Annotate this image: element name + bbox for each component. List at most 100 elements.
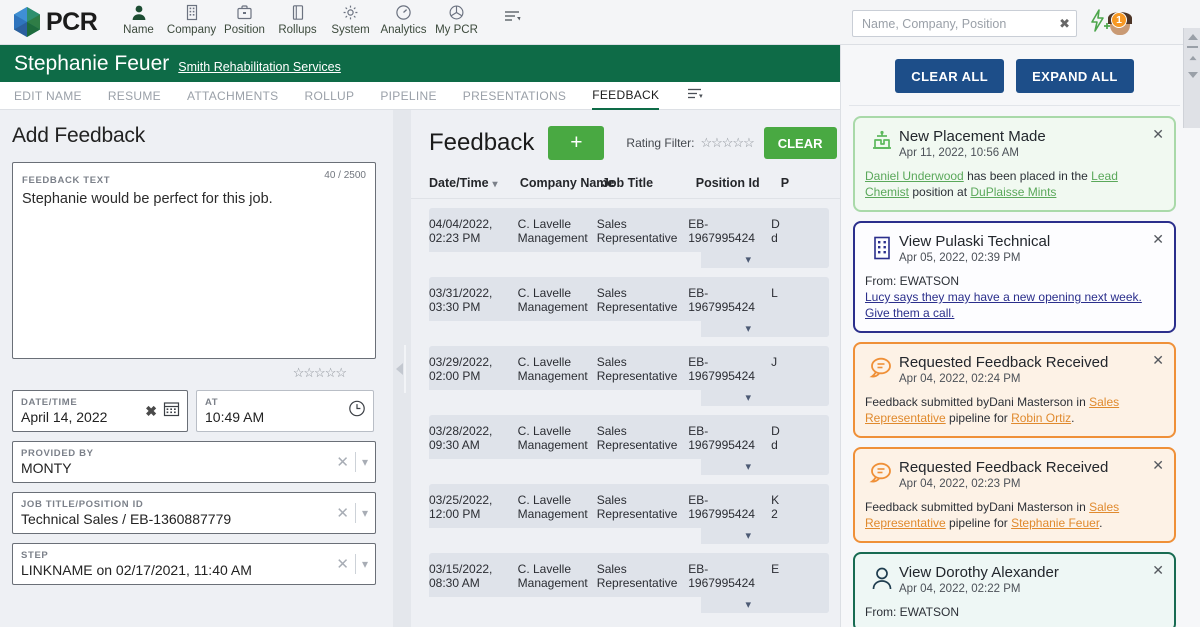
close-icon[interactable]: ✕ bbox=[1152, 353, 1164, 367]
list-settings-icon[interactable] bbox=[687, 87, 703, 105]
time-field[interactable]: AT 10:49 AM bbox=[196, 390, 374, 432]
expand-all-button[interactable]: EXPAND ALL bbox=[1016, 59, 1134, 93]
notification-link[interactable]: Daniel Underwood bbox=[865, 169, 964, 183]
tab-pipeline[interactable]: PIPELINE bbox=[380, 82, 436, 110]
avatar[interactable]: 1 bbox=[1108, 11, 1132, 36]
page-scrollbar[interactable] bbox=[1183, 28, 1200, 128]
star-icon[interactable]: ☆ bbox=[722, 135, 734, 150]
date-time-field[interactable]: DATE/TIME April 14, 2022 ✖ bbox=[12, 390, 188, 432]
notification-text: From: EWATSON bbox=[865, 274, 959, 288]
notification-link[interactable]: DuPlaisse Mints bbox=[970, 185, 1056, 199]
tab-edit-name[interactable]: EDIT NAME bbox=[14, 82, 82, 110]
column-header-provided-by[interactable]: P bbox=[781, 176, 840, 190]
chevron-down-icon[interactable]: ▾ bbox=[362, 506, 368, 520]
clear-icon[interactable]: ✕ bbox=[336, 555, 349, 573]
global-search-box[interactable]: ✖ bbox=[852, 10, 1077, 37]
provided-by-field[interactable]: PROVIDED BY MONTY ✕ ▾ bbox=[12, 441, 376, 483]
rating-filter-stars[interactable]: ☆☆☆☆☆ bbox=[700, 134, 755, 152]
expand-row-chevron-down-icon[interactable]: ▾ bbox=[745, 391, 751, 404]
chevron-down-icon: ▾ bbox=[492, 179, 498, 190]
nav-item-rollups[interactable]: Rollups bbox=[271, 3, 324, 36]
expand-row-chevron-down-icon[interactable]: ▾ bbox=[745, 322, 751, 335]
nav-item-system[interactable]: System bbox=[324, 3, 377, 36]
tab-feedback[interactable]: FEEDBACK bbox=[592, 82, 660, 110]
star-icon[interactable]: ☆ bbox=[293, 365, 305, 381]
feedback-text-field[interactable]: FEEDBACK TEXT 40 / 2500 Stephanie would … bbox=[12, 162, 376, 359]
nav-item-my-pcr[interactable]: My PCR bbox=[430, 3, 483, 36]
nav-item-company[interactable]: Company bbox=[165, 3, 218, 36]
notification-card[interactable]: ✕ Requested Feedback Received Apr 04, 2022… bbox=[853, 447, 1176, 543]
table-row[interactable]: 03/15/2022, 08:30 AM C. Lavelle Management S… bbox=[429, 553, 829, 613]
star-icon[interactable]: ☆ bbox=[325, 365, 337, 381]
tab-presentations[interactable]: PRESENTATIONS bbox=[463, 82, 566, 110]
notification-title[interactable]: View Pulaski Technical bbox=[899, 232, 1050, 251]
expand-row-chevron-down-icon[interactable]: ▾ bbox=[745, 529, 751, 542]
record-company-link[interactable]: Smith Rehabilitation Services bbox=[178, 60, 341, 74]
notification-title[interactable]: Requested Feedback Received bbox=[899, 353, 1108, 372]
calendar-icon[interactable] bbox=[163, 400, 180, 422]
close-icon[interactable]: ✕ bbox=[1152, 127, 1164, 141]
star-icon[interactable]: ☆ bbox=[314, 365, 326, 381]
notification-link[interactable]: Lucy says they may have a new opening ne… bbox=[865, 290, 1142, 320]
expand-row-chevron-down-icon[interactable]: ▾ bbox=[745, 253, 751, 266]
scroll-page-up-button[interactable] bbox=[1184, 49, 1200, 66]
scroll-down-button[interactable] bbox=[1184, 66, 1200, 83]
expand-row-chevron-down-icon[interactable]: ▾ bbox=[745, 460, 751, 473]
clear-rating-filter-button[interactable]: CLEAR bbox=[763, 127, 837, 159]
feedback-rating-stars[interactable]: ☆ ☆ ☆ ☆ ☆ bbox=[12, 365, 376, 381]
notification-card[interactable]: ✕ Requested Feedback Received Apr 04, 2022… bbox=[853, 342, 1176, 438]
search-input[interactable] bbox=[862, 16, 1056, 31]
pcr-logo[interactable]: PCR bbox=[0, 6, 112, 38]
step-field[interactable]: STEP LINKNAME on 02/17/2021, 11:40 AM ✕ … bbox=[12, 543, 376, 585]
star-icon[interactable]: ☆ bbox=[732, 135, 744, 150]
tab-attachments[interactable]: ATTACHMENTS bbox=[187, 82, 279, 110]
table-row[interactable]: 04/04/2022, 02:23 PM C. Lavelle Management S… bbox=[429, 208, 829, 268]
feedback-text-value[interactable]: Stephanie would be perfect for this job. bbox=[22, 191, 366, 207]
notification-title[interactable]: Requested Feedback Received bbox=[899, 458, 1108, 477]
clear-all-button[interactable]: CLEAR ALL bbox=[895, 59, 1005, 93]
notification-card[interactable]: ✕ View Pulaski Technical Apr 05, 2022, 02:… bbox=[853, 221, 1176, 333]
star-icon[interactable]: ☆ bbox=[335, 365, 347, 381]
table-row[interactable]: 03/28/2022, 09:30 AM C. Lavelle Management S… bbox=[429, 415, 829, 475]
clear-icon[interactable]: ✕ bbox=[336, 504, 349, 522]
tab-rollup[interactable]: ROLLUP bbox=[305, 82, 355, 110]
add-feedback-button[interactable]: + bbox=[548, 126, 605, 160]
clock-icon[interactable] bbox=[348, 400, 366, 423]
notification-card[interactable]: ✕ New Placement Made Apr 11, 2022, 10:56 A… bbox=[853, 116, 1176, 212]
close-icon[interactable]: ✕ bbox=[1152, 563, 1164, 577]
expand-row-chevron-down-icon[interactable]: ▾ bbox=[745, 598, 751, 611]
scroll-up-button[interactable] bbox=[1184, 28, 1200, 45]
cell-company-name: C. Lavelle Management bbox=[517, 424, 588, 452]
star-icon[interactable]: ☆ bbox=[303, 365, 315, 381]
notification-cards: ✕ New Placement Made Apr 11, 2022, 10:56 A… bbox=[853, 116, 1176, 627]
notification-link[interactable]: Stephanie Feuer bbox=[1011, 516, 1099, 530]
tab-resume[interactable]: RESUME bbox=[108, 82, 161, 110]
close-icon[interactable]: ✕ bbox=[1152, 232, 1164, 246]
chevron-down-icon[interactable]: ▾ bbox=[362, 455, 368, 469]
table-row[interactable]: 03/25/2022, 12:00 PM C. Lavelle Management S… bbox=[429, 484, 829, 544]
table-row[interactable]: 03/31/2022, 03:30 PM C. Lavelle Management S… bbox=[429, 277, 829, 337]
nav-item-analytics[interactable]: Analytics bbox=[377, 3, 430, 36]
clear-icon[interactable]: ✕ bbox=[336, 453, 349, 471]
notification-card[interactable]: ✕ View Dorothy Alexander Apr 04, 2022, 02:… bbox=[853, 552, 1176, 627]
nav-item-position[interactable]: Position bbox=[218, 3, 271, 36]
column-header-date-time[interactable]: Date/Time ▾ bbox=[429, 176, 520, 190]
chevron-down-icon[interactable]: ▾ bbox=[362, 557, 368, 571]
list-settings-icon[interactable] bbox=[503, 9, 521, 28]
column-header-company-name[interactable]: Company Name bbox=[520, 176, 614, 190]
star-icon[interactable]: ☆ bbox=[711, 135, 723, 150]
notification-link[interactable]: Robin Ortiz bbox=[1011, 411, 1071, 425]
notification-title[interactable]: View Dorothy Alexander bbox=[899, 563, 1059, 582]
column-header-job-title[interactable]: Job Title bbox=[602, 176, 696, 190]
star-icon[interactable]: ☆ bbox=[743, 135, 755, 150]
job-title-position-field[interactable]: JOB TITLE/POSITION ID Technical Sales / … bbox=[12, 492, 376, 534]
clear-date-icon[interactable]: ✖ bbox=[145, 403, 157, 420]
notification-title[interactable]: New Placement Made bbox=[899, 127, 1046, 146]
column-header-position-id[interactable]: Position Id bbox=[696, 176, 781, 190]
nav-item-name[interactable]: Name bbox=[112, 3, 165, 36]
close-icon[interactable]: ✕ bbox=[1152, 458, 1164, 472]
star-icon[interactable]: ☆ bbox=[700, 135, 712, 150]
panel-collapse-handle[interactable] bbox=[393, 110, 411, 627]
close-icon[interactable]: ✖ bbox=[1055, 16, 1070, 32]
table-row[interactable]: 03/29/2022, 02:00 PM C. Lavelle Management S… bbox=[429, 346, 829, 406]
